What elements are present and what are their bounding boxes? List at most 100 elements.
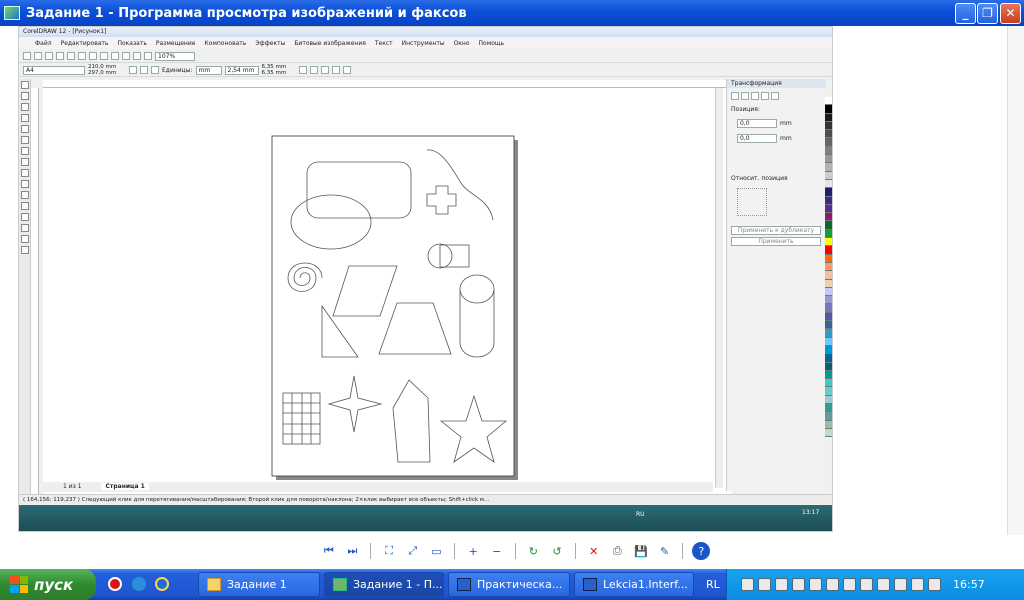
network-icon[interactable] <box>809 578 822 591</box>
rotate-clockwise-button[interactable]: ↻ <box>525 542 543 560</box>
tray-icon[interactable] <box>741 578 754 591</box>
layout-icon[interactable] <box>342 66 351 74</box>
y-field[interactable]: 0,0 <box>737 134 777 143</box>
palette-swatch[interactable] <box>825 262 832 272</box>
language-indicator[interactable]: RL <box>706 578 720 591</box>
actual-size-button[interactable]: ⤢ <box>404 542 422 560</box>
slideshow-button[interactable]: ▭ <box>428 542 446 560</box>
palette-swatch[interactable] <box>825 179 832 189</box>
palette-swatch[interactable] <box>825 354 832 363</box>
palette-swatch[interactable] <box>825 312 832 322</box>
palette-swatch[interactable] <box>825 113 832 122</box>
menu-file[interactable]: Файл <box>35 40 52 47</box>
menu-effects[interactable]: Эффекты <box>255 40 285 47</box>
smart-fill-icon[interactable] <box>21 136 29 144</box>
help-button[interactable]: ? <box>692 542 711 560</box>
export-icon[interactable] <box>133 52 141 60</box>
menu-tools[interactable]: Инструменты <box>402 40 445 47</box>
close-button[interactable]: ✕ <box>1000 3 1021 24</box>
palette-swatch[interactable] <box>825 229 832 239</box>
tray-icon[interactable] <box>928 578 941 591</box>
edit-button[interactable]: ✎ <box>656 542 674 560</box>
palette-swatch[interactable] <box>825 287 832 297</box>
palette-swatch[interactable] <box>825 213 832 222</box>
cut-icon[interactable] <box>67 52 75 60</box>
network-icon[interactable] <box>758 578 771 591</box>
bluetooth-icon[interactable] <box>826 578 839 591</box>
palette-swatch[interactable] <box>825 238 832 247</box>
menu-bitmaps[interactable]: Битовые изображения <box>294 40 366 47</box>
layout-icon[interactable] <box>309 66 318 74</box>
print-icon[interactable] <box>56 52 64 60</box>
units-select[interactable]: mm <box>195 65 222 75</box>
tray-icon[interactable] <box>860 578 873 591</box>
freehand-tool-icon[interactable] <box>21 125 29 133</box>
copy-icon[interactable] <box>78 52 86 60</box>
dup-y[interactable]: 6,35 mm <box>262 70 287 76</box>
text-tool-icon[interactable] <box>21 191 29 199</box>
layout-icon[interactable] <box>298 66 307 74</box>
size-tab-icon[interactable] <box>761 92 769 100</box>
fill-tool-icon[interactable] <box>21 235 29 243</box>
rotate-counterclockwise-button[interactable]: ↺ <box>548 542 566 560</box>
palette-swatch[interactable] <box>825 379 832 388</box>
network-icon[interactable] <box>792 578 805 591</box>
palette-swatch[interactable] <box>825 403 832 413</box>
palette-swatch[interactable] <box>825 271 832 280</box>
palette-swatch[interactable] <box>825 279 832 288</box>
pick-tool-icon[interactable] <box>21 81 29 89</box>
ellipse-tool-icon[interactable] <box>21 158 29 166</box>
menu-help[interactable]: Помощь <box>479 40 505 47</box>
palette-swatch[interactable] <box>825 329 832 338</box>
menu-text[interactable]: Текст <box>375 40 393 47</box>
skew-tab-icon[interactable] <box>771 92 779 100</box>
palette-swatch[interactable] <box>825 121 832 131</box>
relative-position-checkbox[interactable]: Относит. позиция <box>727 145 826 184</box>
palette-swatch[interactable] <box>825 146 832 156</box>
rectangle-tool-icon[interactable] <box>21 147 29 155</box>
network-icon[interactable] <box>775 578 788 591</box>
previous-image-button[interactable]: ⏮ <box>320 542 338 560</box>
paste-icon[interactable] <box>89 52 97 60</box>
zoom-out-button[interactable]: − <box>488 542 506 560</box>
print-button[interactable]: ⎙ <box>609 542 627 560</box>
palette-swatch[interactable] <box>825 428 832 438</box>
palette-swatch[interactable] <box>825 254 832 263</box>
task-image-viewer[interactable]: Задание 1 - П... <box>324 572 444 597</box>
landscape-icon[interactable] <box>140 66 148 74</box>
redo-icon[interactable] <box>111 52 119 60</box>
ie-icon[interactable] <box>155 577 169 591</box>
polygon-tool-icon[interactable] <box>21 169 29 177</box>
crop-tool-icon[interactable] <box>21 103 29 111</box>
palette-swatch[interactable] <box>825 196 832 205</box>
rotate-tab-icon[interactable] <box>741 92 749 100</box>
palette-swatch[interactable] <box>825 105 832 114</box>
palette-swatch[interactable] <box>825 171 832 180</box>
open-icon[interactable] <box>34 52 42 60</box>
palette-swatch[interactable] <box>825 362 832 371</box>
menu-view[interactable]: Показать <box>117 40 146 47</box>
palette-swatch[interactable] <box>825 221 832 230</box>
undo-icon[interactable] <box>100 52 108 60</box>
portrait-icon[interactable] <box>129 66 137 74</box>
menu-window[interactable]: Окно <box>454 40 470 47</box>
tray-icon[interactable] <box>843 578 856 591</box>
new-icon[interactable] <box>23 52 31 60</box>
best-fit-button[interactable]: ⛶ <box>380 542 398 560</box>
launcher-icon[interactable] <box>144 52 152 60</box>
tray-icon[interactable] <box>894 578 907 591</box>
palette-swatch[interactable] <box>825 246 832 255</box>
apply-to-duplicate-button[interactable]: Применить к дубликату <box>731 226 821 235</box>
nudge-field[interactable]: 2,54 mm <box>224 65 259 75</box>
scale-tab-icon[interactable] <box>751 92 759 100</box>
palette-swatch[interactable] <box>825 337 832 346</box>
import-icon[interactable] <box>122 52 130 60</box>
basic-shapes-icon[interactable] <box>21 180 29 188</box>
minimize-button[interactable]: _ <box>955 3 976 24</box>
palette-swatch[interactable] <box>825 163 832 172</box>
start-button[interactable]: пуск <box>0 569 96 600</box>
palette-swatch[interactable] <box>825 188 832 197</box>
palette-swatch[interactable] <box>825 321 832 330</box>
palette-swatch[interactable] <box>825 138 832 147</box>
color-palette[interactable] <box>825 97 832 477</box>
